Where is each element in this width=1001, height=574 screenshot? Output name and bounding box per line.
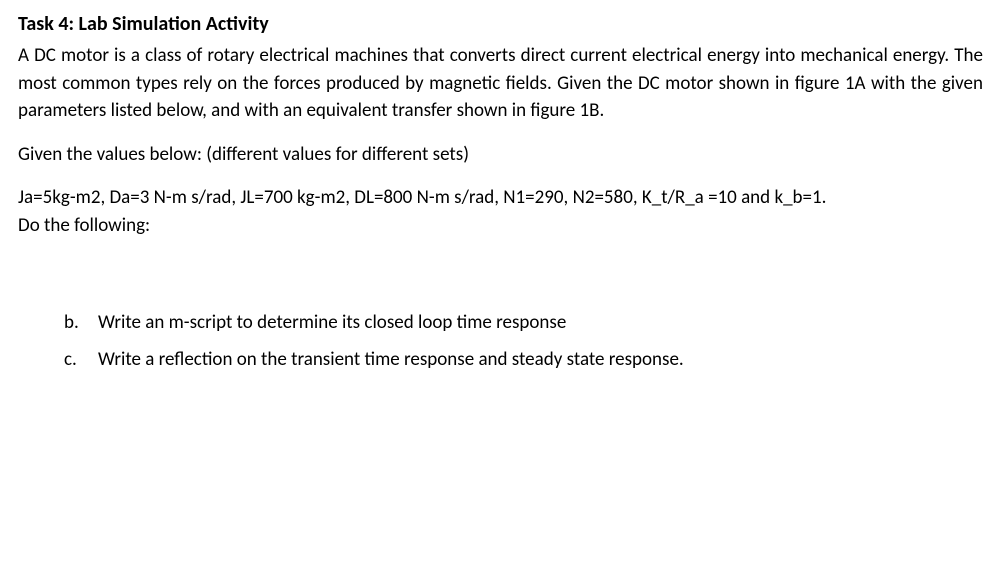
values-block: Ja=5kg-m2, Da=3 N-m s/rad, JL=700 kg-m2,… bbox=[18, 184, 983, 241]
given-values-label: Given the values below: (different value… bbox=[18, 143, 983, 166]
values-line: Ja=5kg-m2, Da=3 N-m s/rad, JL=700 kg-m2,… bbox=[18, 186, 826, 209]
list-item: c. Write a reflection on the transient t… bbox=[64, 348, 983, 371]
list-text-c: Write a reflection on the transient time… bbox=[98, 348, 684, 371]
do-following-label: Do the following: bbox=[18, 214, 150, 237]
list-marker-c: c. bbox=[64, 348, 98, 371]
task-list: b. Write an m-script to determine its cl… bbox=[18, 311, 983, 371]
list-item: b. Write an m-script to determine its cl… bbox=[64, 311, 983, 334]
list-text-b: Write an m-script to determine its close… bbox=[98, 311, 566, 334]
list-marker-b: b. bbox=[64, 311, 98, 334]
intro-paragraph: A DC motor is a class of rotary electric… bbox=[18, 42, 983, 125]
task-title: Task 4: Lab Simulation Activity bbox=[18, 12, 983, 36]
